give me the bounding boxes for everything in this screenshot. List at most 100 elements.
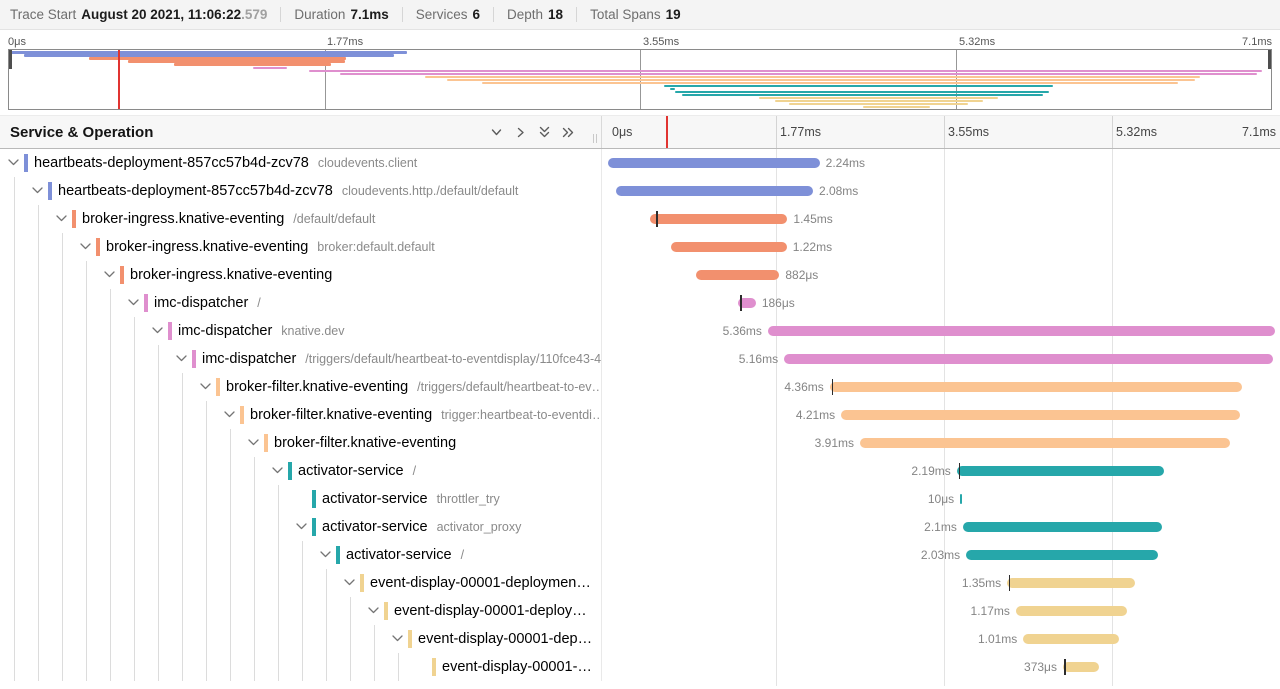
tree-indent-guide <box>38 569 39 597</box>
span-duration-bar[interactable] <box>963 522 1162 532</box>
span-row[interactable]: event-display-00001-dep…1.01ms <box>0 625 1280 653</box>
expand-chevron-icon[interactable] <box>56 210 67 228</box>
tree-indent-guide <box>158 569 159 597</box>
span-duration-bar[interactable] <box>650 214 787 224</box>
expand-chevron-icon[interactable] <box>320 546 331 564</box>
operation-name: throttler_try <box>437 492 500 506</box>
span-duration-bar[interactable] <box>784 354 1273 364</box>
expand-chevron-icon[interactable] <box>176 350 187 368</box>
span-row[interactable]: event-display-00001-deploymen…1.35ms <box>0 569 1280 597</box>
tree-indent-guide <box>14 569 15 597</box>
expand-chevron-icon[interactable] <box>200 378 211 396</box>
double-chevron-right-icon[interactable] <box>562 126 575 139</box>
span-duration-bar[interactable] <box>608 158 820 168</box>
span-duration-bar[interactable] <box>860 438 1230 448</box>
minimap-span-bar <box>789 103 968 106</box>
span-duration-bar[interactable] <box>1023 634 1118 644</box>
expand-chevron-icon[interactable] <box>32 182 43 200</box>
span-gantt-cell: 2.24ms <box>602 149 1280 177</box>
expand-chevron-icon[interactable] <box>248 434 259 452</box>
minimap-span-bar <box>863 106 930 109</box>
tree-indent-guide <box>350 653 351 681</box>
minimap-drag-handle-left[interactable] <box>9 50 12 69</box>
span-name-wrap: event-display-00001-deploymen… <box>370 574 591 592</box>
tree-indent-guide <box>38 401 39 429</box>
span-duration-bar[interactable] <box>957 466 1164 476</box>
tree-indent-guide <box>158 653 159 681</box>
span-duration-bar[interactable] <box>841 410 1239 420</box>
span-duration-bar[interactable] <box>616 186 813 196</box>
span-name-cell: activator-service/ <box>0 457 602 485</box>
tree-indent-guide <box>158 625 159 653</box>
minimap-span-bar <box>775 100 983 103</box>
span-row[interactable]: heartbeats-deployment-857cc57b4d-zcv78cl… <box>0 149 1280 177</box>
span-gantt-cell: 5.16ms <box>602 345 1280 373</box>
span-duration-bar[interactable] <box>960 494 962 504</box>
chevron-right-icon[interactable] <box>514 126 527 139</box>
tree-indent-guide <box>134 429 135 457</box>
span-row[interactable]: broker-filter.knative-eventing3.91ms <box>0 429 1280 457</box>
span-row[interactable]: activator-serviceactivator_proxy2.1ms <box>0 513 1280 541</box>
span-row[interactable]: imc-dispatcher/186μs <box>0 289 1280 317</box>
span-duration-bar[interactable] <box>966 550 1158 560</box>
service-color-bar <box>24 154 28 172</box>
tree-indent-guide <box>38 653 39 681</box>
service-name: activator-service <box>322 519 428 535</box>
minimap-drag-handle-right[interactable] <box>1268 50 1271 69</box>
service-color-bar <box>312 518 316 536</box>
span-row[interactable]: event-display-00001-deploy…1.17ms <box>0 597 1280 625</box>
tree-indent-guide <box>38 373 39 401</box>
expand-chevron-icon[interactable] <box>368 602 379 620</box>
column-resizer[interactable] <box>593 134 597 143</box>
expand-chevron-icon[interactable] <box>8 154 19 172</box>
span-row[interactable]: imc-dispatcher/triggers/default/heartbea… <box>0 345 1280 373</box>
chevron-down-icon[interactable] <box>490 126 503 139</box>
expand-chevron-icon[interactable] <box>272 462 283 480</box>
span-duration-bar[interactable] <box>671 242 787 252</box>
span-duration-bar[interactable] <box>768 326 1275 336</box>
tree-indent-guide <box>278 653 279 681</box>
operation-name: cloudevents.http./default/default <box>342 184 519 198</box>
tree-indent-guide <box>182 513 183 541</box>
span-row[interactable]: broker-filter.knative-eventing/triggers/… <box>0 373 1280 401</box>
span-row[interactable]: activator-servicethrottler_try10μs <box>0 485 1280 513</box>
tree-indent-guide <box>278 569 279 597</box>
tree-indent-guide <box>158 597 159 625</box>
expand-chevron-icon[interactable] <box>152 322 163 340</box>
expand-chevron-icon[interactable] <box>104 266 115 284</box>
expand-chevron-icon[interactable] <box>296 518 307 536</box>
expand-chevron-icon[interactable] <box>344 574 355 592</box>
operation-name: /triggers/default/heartbeat-to-ev… <box>417 380 602 394</box>
span-row[interactable]: broker-ingress.knative-eventingbroker:de… <box>0 233 1280 261</box>
tree-indent-guide <box>134 569 135 597</box>
timeline-ruler[interactable]: 0μs1.77ms3.55ms5.32ms7.1ms <box>602 116 1280 148</box>
span-name-wrap: activator-service/ <box>346 546 464 564</box>
span-duration-bar[interactable] <box>696 270 779 280</box>
span-row[interactable]: activator-service/2.03ms <box>0 541 1280 569</box>
tree-indent-guide <box>326 625 327 653</box>
span-row[interactable]: broker-filter.knative-eventingtrigger:he… <box>0 401 1280 429</box>
span-duration-bar[interactable] <box>1007 578 1135 588</box>
tree-indent-guide <box>86 541 87 569</box>
span-row[interactable]: broker-ingress.knative-eventing/default/… <box>0 205 1280 233</box>
expand-chevron-icon[interactable] <box>224 406 235 424</box>
minimap-scrubber[interactable] <box>8 49 1272 110</box>
tree-indent-guide <box>14 485 15 513</box>
span-row[interactable]: imc-dispatcherknative.dev5.36ms <box>0 317 1280 345</box>
expand-chevron-icon[interactable] <box>128 294 139 312</box>
expand-chevron-icon[interactable] <box>80 238 91 256</box>
expand-chevron-icon[interactable] <box>392 630 403 648</box>
tree-indent-guide <box>110 429 111 457</box>
span-duration-bar[interactable] <box>830 382 1243 392</box>
span-duration-bar[interactable] <box>1016 606 1127 616</box>
tree-indent-guide <box>182 597 183 625</box>
span-row[interactable]: event-display-00001-…373μs <box>0 653 1280 681</box>
span-row[interactable]: heartbeats-deployment-857cc57b4d-zcv78cl… <box>0 177 1280 205</box>
span-row[interactable]: activator-service/2.19ms <box>0 457 1280 485</box>
span-name-wrap: imc-dispatcherknative.dev <box>178 322 345 340</box>
span-log-marker <box>1009 575 1011 591</box>
span-name-cell: broker-filter.knative-eventing/triggers/… <box>0 373 602 401</box>
span-row[interactable]: broker-ingress.knative-eventing882μs <box>0 261 1280 289</box>
span-duration-bar[interactable] <box>1063 662 1099 672</box>
double-chevron-down-icon[interactable] <box>538 126 551 139</box>
